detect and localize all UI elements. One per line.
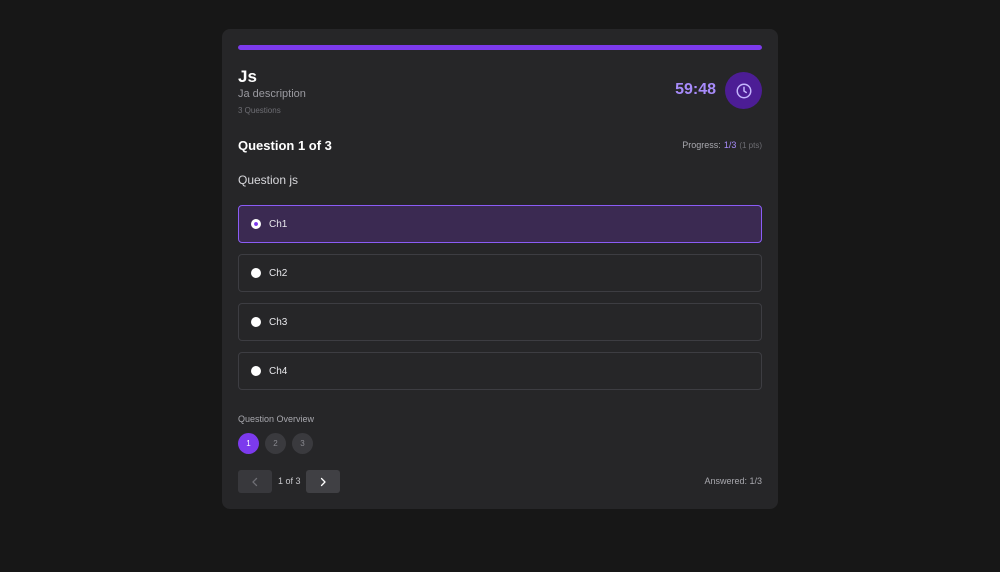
clock-icon <box>736 83 751 98</box>
choice-option[interactable]: Ch2 <box>238 254 762 292</box>
quiz-card: Js Ja description 3 Questions 59:48 Ques… <box>222 29 778 509</box>
choice-option[interactable]: Ch1 <box>238 205 762 243</box>
radio-icon <box>251 317 261 327</box>
quiz-progress-bar <box>238 45 762 50</box>
question-nav-3[interactable]: 3 <box>292 433 313 454</box>
quiz-title: Js <box>238 67 257 86</box>
page-indicator: 1 of 3 <box>278 476 301 486</box>
radio-selected-icon <box>251 219 261 229</box>
radio-icon <box>251 268 261 278</box>
choice-option[interactable]: Ch3 <box>238 303 762 341</box>
progress-label: Progress: <box>682 140 721 150</box>
choice-list: Ch1 Ch2 Ch3 Ch4 <box>238 205 762 401</box>
timer-button[interactable] <box>725 72 762 109</box>
choice-label: Ch4 <box>269 365 288 377</box>
question-overview: 1 2 3 <box>238 433 313 454</box>
choice-label: Ch2 <box>269 267 288 279</box>
question-nav-2[interactable]: 2 <box>265 433 286 454</box>
question-text: Question js <box>238 173 299 187</box>
question-overview-label: Question Overview <box>238 414 315 424</box>
choice-label: Ch1 <box>269 218 288 230</box>
next-button[interactable] <box>306 470 340 493</box>
chevron-right-icon <box>320 477 326 486</box>
question-nav-1[interactable]: 1 <box>238 433 259 454</box>
answered-count: Answered: 1/3 <box>704 476 762 486</box>
quiz-progress-fill <box>238 45 762 50</box>
question-progress: Progress: 1/3 (1 pts) <box>682 140 762 150</box>
choice-option[interactable]: Ch4 <box>238 352 762 390</box>
radio-icon <box>251 366 261 376</box>
quiz-description: Ja description <box>238 88 306 100</box>
question-points: (1 pts) <box>739 141 762 150</box>
timer-display: 59:48 <box>675 81 716 98</box>
progress-value: 1/3 <box>723 140 737 150</box>
question-heading: Question 1 of 3 <box>238 138 332 153</box>
chevron-left-icon <box>252 477 258 486</box>
question-count: 3 Questions <box>238 106 281 115</box>
choice-label: Ch3 <box>269 316 288 328</box>
previous-button[interactable] <box>238 470 272 493</box>
